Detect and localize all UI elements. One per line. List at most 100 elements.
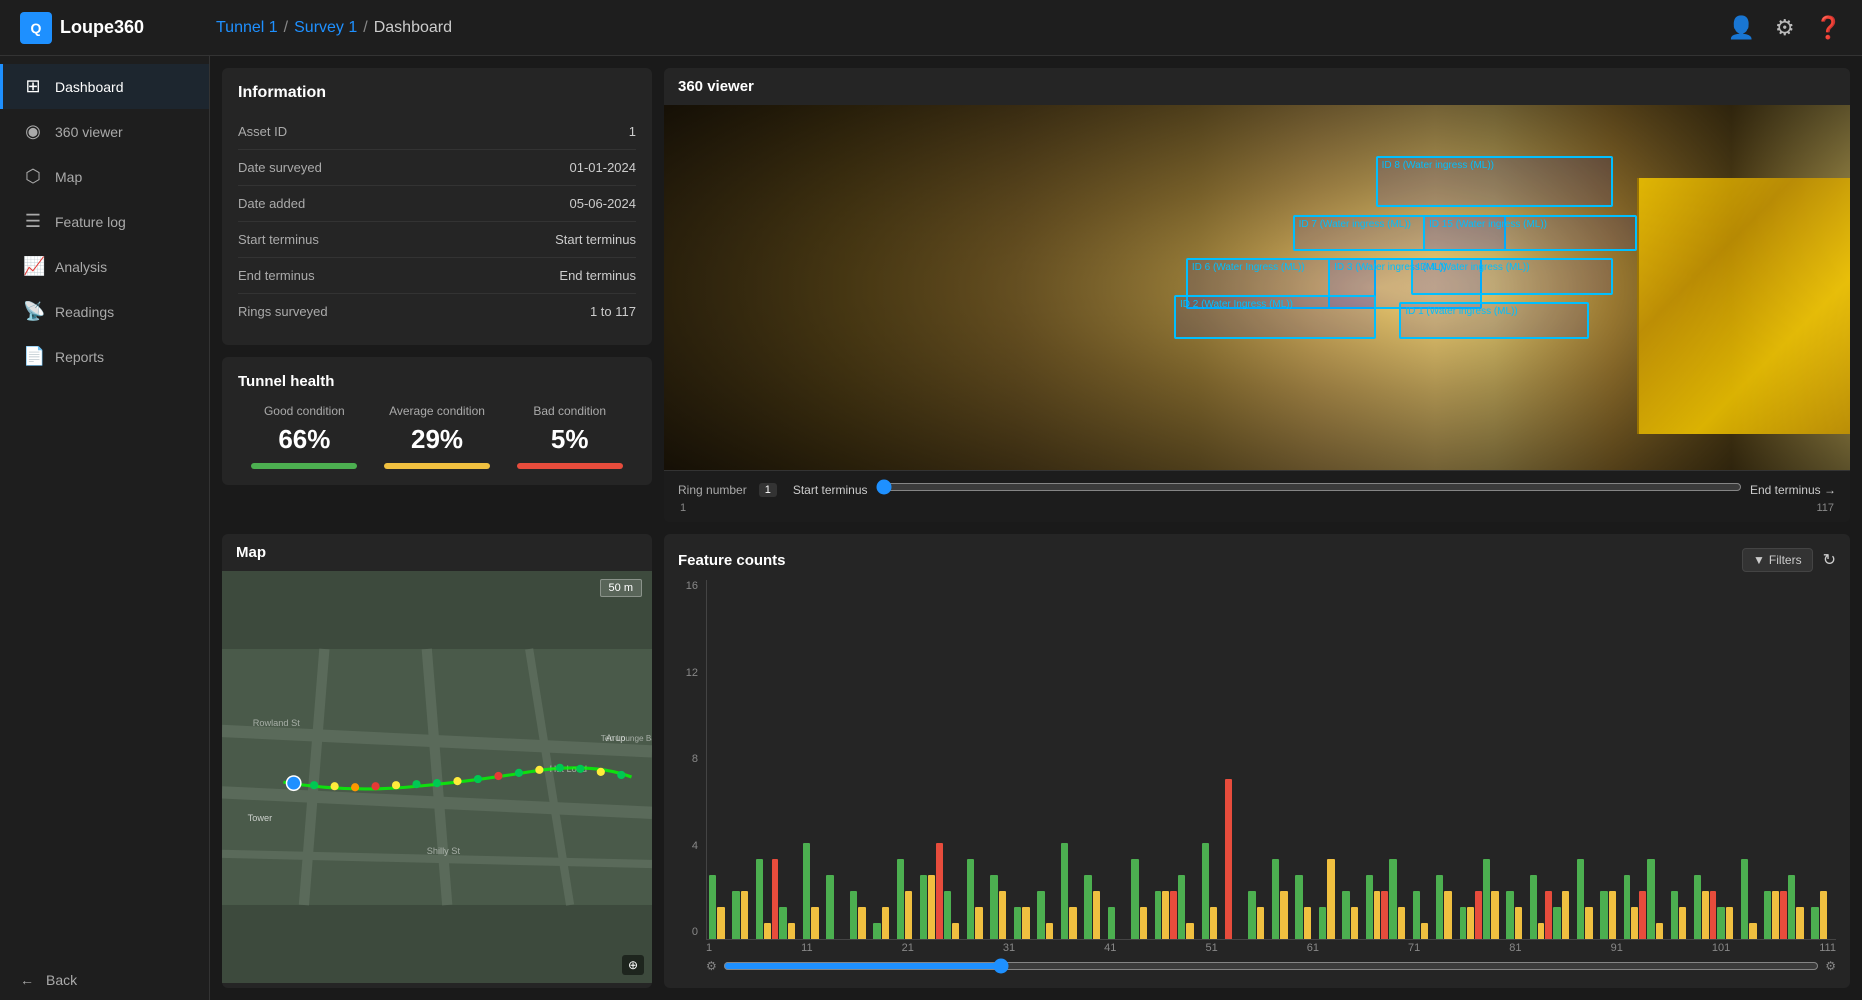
- bar-green-30: [1413, 891, 1420, 939]
- bar-group-25: [1295, 584, 1317, 939]
- bar-yellow-47: [1820, 891, 1827, 939]
- bar-yellow-15: [1069, 907, 1076, 939]
- map-content[interactable]: Rowland St Hut Lond Ten Lounge Bar: [222, 571, 652, 983]
- x-label-61: 61: [1307, 942, 1319, 954]
- bar-yellow-38: [1609, 891, 1616, 939]
- main-layout: ⊞ Dashboard ◉ 360 viewer ⬡ Map ☰ Feature…: [0, 56, 1862, 1000]
- sidebar-back[interactable]: ← Back: [0, 960, 209, 1000]
- bar-green-6: [850, 891, 857, 939]
- bar-green-19: [1155, 891, 1162, 939]
- health-label-bad: Bad condition: [503, 404, 636, 418]
- ring-number-bubble: 1: [759, 483, 777, 497]
- y-label-4: 4: [678, 840, 698, 852]
- map-controls-btn[interactable]: ⊕: [622, 955, 644, 975]
- chart-slider-row: ⚙ ⚙: [678, 954, 1836, 974]
- breadcrumb-survey[interactable]: Survey 1: [294, 19, 357, 37]
- bar-group-23: [1248, 584, 1270, 939]
- analysis-icon: 📈: [23, 256, 43, 277]
- chart-x-axis: 1 11 21 31 41 51 61 71 81 91 101 111: [678, 942, 1836, 954]
- sidebar-item-dashboard[interactable]: ⊞ Dashboard: [0, 64, 209, 109]
- x-label-91: 91: [1611, 942, 1623, 954]
- map-card: Map Rowland St Hut Lond Ten Lounge: [222, 534, 652, 988]
- svg-text:Tower: Tower: [248, 813, 273, 823]
- header-icons: 👤 ⚙ ❓: [1727, 15, 1842, 41]
- info-label-rings: Rings surveyed: [238, 304, 328, 319]
- bar-green-35: [1530, 875, 1537, 939]
- bar-yellow-46: [1796, 907, 1803, 939]
- chart-slider[interactable]: [723, 958, 1819, 974]
- viewer-title: 360 viewer: [664, 68, 1850, 105]
- sidebar-item-map[interactable]: ⬡ Map: [0, 154, 209, 199]
- end-terminus-label: End terminus →: [1750, 483, 1836, 497]
- info-label-endterm: End terminus: [238, 268, 315, 283]
- bar-group-39: [1624, 584, 1646, 939]
- bar-yellow-42: [1702, 891, 1709, 939]
- sidebar-label-analysis: Analysis: [55, 259, 107, 275]
- bar-yellow-26: [1327, 859, 1334, 939]
- breadcrumb-tunnel[interactable]: Tunnel 1: [216, 19, 278, 37]
- header: Q Loupe360 Tunnel 1 / Survey 1 / Dashboa…: [0, 0, 1862, 56]
- bar-yellow-0: [717, 907, 724, 939]
- detection-id1: ID 1 (Water ingress (ML)): [1399, 302, 1589, 339]
- bar-yellow-44: [1749, 923, 1756, 939]
- bar-green-27: [1342, 891, 1349, 939]
- readings-icon: 📡: [23, 301, 43, 322]
- help-icon[interactable]: ❓: [1815, 15, 1842, 41]
- filters-button[interactable]: ▼ Filters: [1742, 548, 1813, 572]
- tunnel-health-card: Tunnel health Good condition 66% Average…: [222, 357, 652, 485]
- info-row-datesurveyed: Date surveyed 01-01-2024: [238, 150, 636, 186]
- info-title: Information: [238, 84, 636, 102]
- bar-group-17: [1108, 584, 1130, 939]
- bar-group-45: [1764, 584, 1786, 939]
- x-label-111: 111: [1819, 942, 1836, 954]
- bar-red-32: [1475, 891, 1482, 939]
- bar-green-4: [803, 843, 810, 939]
- sidebar-item-featurelog[interactable]: ☰ Feature log: [0, 199, 209, 244]
- bar-yellow-8: [905, 891, 912, 939]
- bar-yellow-24: [1280, 891, 1287, 939]
- bar-group-22: [1225, 584, 1247, 939]
- x-label-21: 21: [902, 942, 914, 954]
- sidebar: ⊞ Dashboard ◉ 360 viewer ⬡ Map ☰ Feature…: [0, 56, 210, 1000]
- bar-group-35: [1530, 584, 1552, 939]
- bar-red-35: [1545, 891, 1552, 939]
- health-metrics: Good condition 66% Average condition 29%…: [238, 404, 636, 469]
- svg-text:Shilly St: Shilly St: [427, 846, 461, 856]
- y-label-8: 8: [678, 753, 698, 765]
- sidebar-item-analysis[interactable]: 📈 Analysis: [0, 244, 209, 289]
- sidebar-item-readings[interactable]: 📡 Readings: [0, 289, 209, 334]
- feature-counts-header: Feature counts ▼ Filters ↻: [678, 548, 1836, 572]
- breadcrumb-page: Dashboard: [374, 19, 452, 37]
- breadcrumb: Tunnel 1 / Survey 1 / Dashboard: [216, 19, 452, 37]
- health-metric-avg: Average condition 29%: [371, 404, 504, 469]
- bar-green-18: [1131, 859, 1138, 939]
- bar-green-39: [1624, 875, 1631, 939]
- account-icon[interactable]: 👤: [1727, 15, 1754, 41]
- bar-group-20: [1178, 584, 1200, 939]
- sidebar-item-360viewer[interactable]: ◉ 360 viewer: [0, 109, 209, 154]
- refresh-button[interactable]: ↻: [1823, 550, 1836, 570]
- bar-green-21: [1202, 843, 1209, 939]
- settings-icon[interactable]: ⚙: [1775, 15, 1795, 41]
- bar-yellow-35: [1538, 923, 1545, 939]
- bar-group-30: [1413, 584, 1435, 939]
- chart-slider-left-icon: ⚙: [706, 959, 717, 973]
- info-value-startterm: Start terminus: [555, 232, 636, 247]
- health-label-avg: Average condition: [371, 404, 504, 418]
- sidebar-item-reports[interactable]: 📄 Reports: [0, 334, 209, 379]
- x-label-71: 71: [1408, 942, 1420, 954]
- bar-red-42: [1710, 891, 1717, 939]
- bar-yellow-40: [1656, 923, 1663, 939]
- bar-group-21: [1202, 584, 1224, 939]
- y-label-16: 16: [678, 580, 698, 592]
- health-title: Tunnel health: [238, 373, 636, 390]
- bar-green-34: [1506, 891, 1513, 939]
- bar-yellow-7: [882, 907, 889, 939]
- bar-group-2: [756, 584, 778, 939]
- health-bar-bad: [517, 463, 623, 469]
- health-value-avg: 29%: [371, 424, 504, 455]
- ring-slider[interactable]: [876, 479, 1742, 495]
- bar-group-32: [1460, 584, 1482, 939]
- ring-number-label: Ring number: [678, 483, 747, 497]
- bar-yellow-3: [788, 923, 795, 939]
